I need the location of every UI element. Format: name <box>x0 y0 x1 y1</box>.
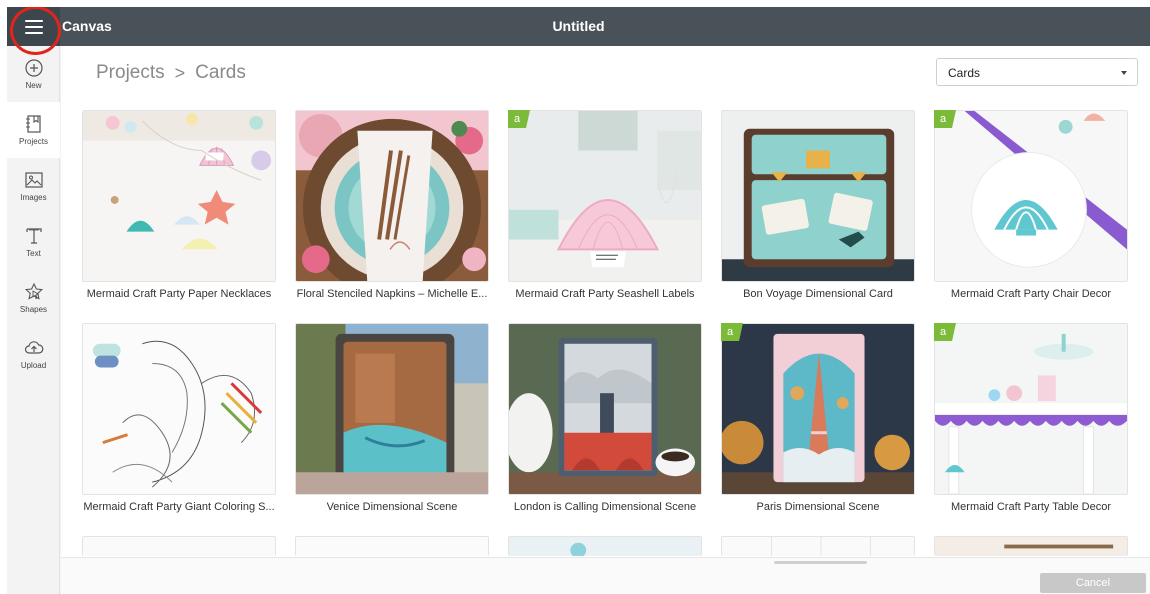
text-icon <box>25 228 42 244</box>
project-title: Mermaid Craft Party Chair Decor <box>950 288 1112 300</box>
project-title: Floral Stenciled Napkins – Michelle E... <box>296 288 488 300</box>
project-card-partial[interactable] <box>934 536 1128 556</box>
project-title: Mermaid Craft Party Paper Necklaces <box>86 288 272 300</box>
shapes-icon <box>24 282 43 300</box>
breadcrumb-separator: > <box>174 62 186 83</box>
upload-cloud-icon <box>24 341 43 354</box>
project-thumbnail <box>82 323 276 495</box>
project-title: London is Calling Dimensional Scene <box>513 501 697 513</box>
sidebar-item-upload[interactable]: Upload <box>7 326 60 382</box>
project-grid: Mermaid Craft Party Paper Necklaces Flor… <box>82 110 1142 557</box>
project-card-floral-napkins[interactable]: Floral Stenciled Napkins – Michelle E... <box>295 110 489 316</box>
top-bar: Canvas Untitled <box>7 7 1150 46</box>
project-card-paris-scene[interactable]: a Paris Dimensional Scene <box>721 323 915 529</box>
footer-bar: Cancel <box>61 557 1150 594</box>
sidebar-item-new[interactable]: New <box>7 46 60 102</box>
project-thumbnail <box>934 110 1128 282</box>
project-title: Venice Dimensional Scene <box>326 501 458 513</box>
image-icon <box>24 172 43 188</box>
sidebar-item-shapes[interactable]: Shapes <box>7 270 60 326</box>
project-card-paper-necklaces[interactable]: Mermaid Craft Party Paper Necklaces <box>82 110 276 316</box>
project-thumbnail <box>721 536 915 556</box>
sidebar-item-text[interactable]: Text <box>7 214 60 270</box>
project-card-table-decor[interactable]: a Mermaid Craft Party Table Decor <box>934 323 1128 529</box>
project-thumbnail <box>721 323 915 495</box>
sidebar-item-label: Text <box>26 249 41 258</box>
sidebar-item-images[interactable]: Images <box>7 158 60 214</box>
project-card-partial[interactable] <box>508 536 702 556</box>
sidebar-item-label: Projects <box>19 137 48 146</box>
project-card-bon-voyage[interactable]: Bon Voyage Dimensional Card <box>721 110 915 316</box>
project-card-london-scene[interactable]: London is Calling Dimensional Scene <box>508 323 702 529</box>
project-thumbnail <box>508 323 702 495</box>
main-panel: Projects > Cards Cards Mermaid Craft Par… <box>61 46 1150 594</box>
project-card-venice-scene[interactable]: Venice Dimensional Scene <box>295 323 489 529</box>
project-title: Mermaid Craft Party Seashell Labels <box>515 288 695 300</box>
project-thumbnail <box>82 536 276 556</box>
project-thumbnail <box>508 110 702 282</box>
project-title: Mermaid Craft Party Giant Coloring S... <box>83 501 275 513</box>
project-title: Mermaid Craft Party Table Decor <box>951 501 1111 513</box>
project-card-giant-coloring[interactable]: Mermaid Craft Party Giant Coloring S... <box>82 323 276 529</box>
sidebar-item-label: Upload <box>20 361 47 370</box>
sidebar-item-label: Images <box>20 193 47 202</box>
project-thumbnail <box>934 536 1128 556</box>
scroll-handle[interactable] <box>774 561 867 564</box>
project-card-partial[interactable] <box>295 536 489 556</box>
project-card-seashell-labels[interactable]: a Mermaid Craft Party Seashell Labels <box>508 110 702 316</box>
breadcrumb-projects-link[interactable]: Projects <box>96 62 165 84</box>
cancel-button[interactable]: Cancel <box>1040 573 1146 593</box>
sidebar-item-projects[interactable]: Projects <box>7 102 60 158</box>
project-thumbnail <box>295 323 489 495</box>
sidebar-item-label: Shapes <box>19 305 48 314</box>
projects-icon <box>25 115 41 133</box>
project-thumbnail <box>721 110 915 282</box>
project-card-chair-decor[interactable]: a Mermaid Craft Party Chair Decor <box>934 110 1128 316</box>
category-dropdown-value: Cards <box>948 66 981 80</box>
project-thumbnail <box>934 323 1128 495</box>
sidebar-item-label: New <box>25 81 42 90</box>
project-thumbnail <box>82 110 276 282</box>
category-dropdown[interactable]: Cards <box>936 58 1138 86</box>
plus-circle-icon <box>24 59 43 77</box>
document-title: Untitled <box>552 18 605 34</box>
app-window: Canvas Untitled New Projects Images Text… <box>7 7 1150 594</box>
chevron-down-icon <box>1121 71 1127 75</box>
project-thumbnail <box>295 536 489 556</box>
sidebar: New Projects Images Text Shapes Upload <box>7 46 60 594</box>
project-thumbnail <box>508 536 702 556</box>
breadcrumb: Projects > Cards <box>96 62 246 84</box>
project-card-partial[interactable] <box>721 536 915 556</box>
project-card-partial[interactable] <box>82 536 276 556</box>
breadcrumb-current: Cards <box>195 62 246 83</box>
project-title: Bon Voyage Dimensional Card <box>743 288 893 300</box>
project-thumbnail <box>295 110 489 282</box>
project-title: Paris Dimensional Scene <box>756 501 880 513</box>
